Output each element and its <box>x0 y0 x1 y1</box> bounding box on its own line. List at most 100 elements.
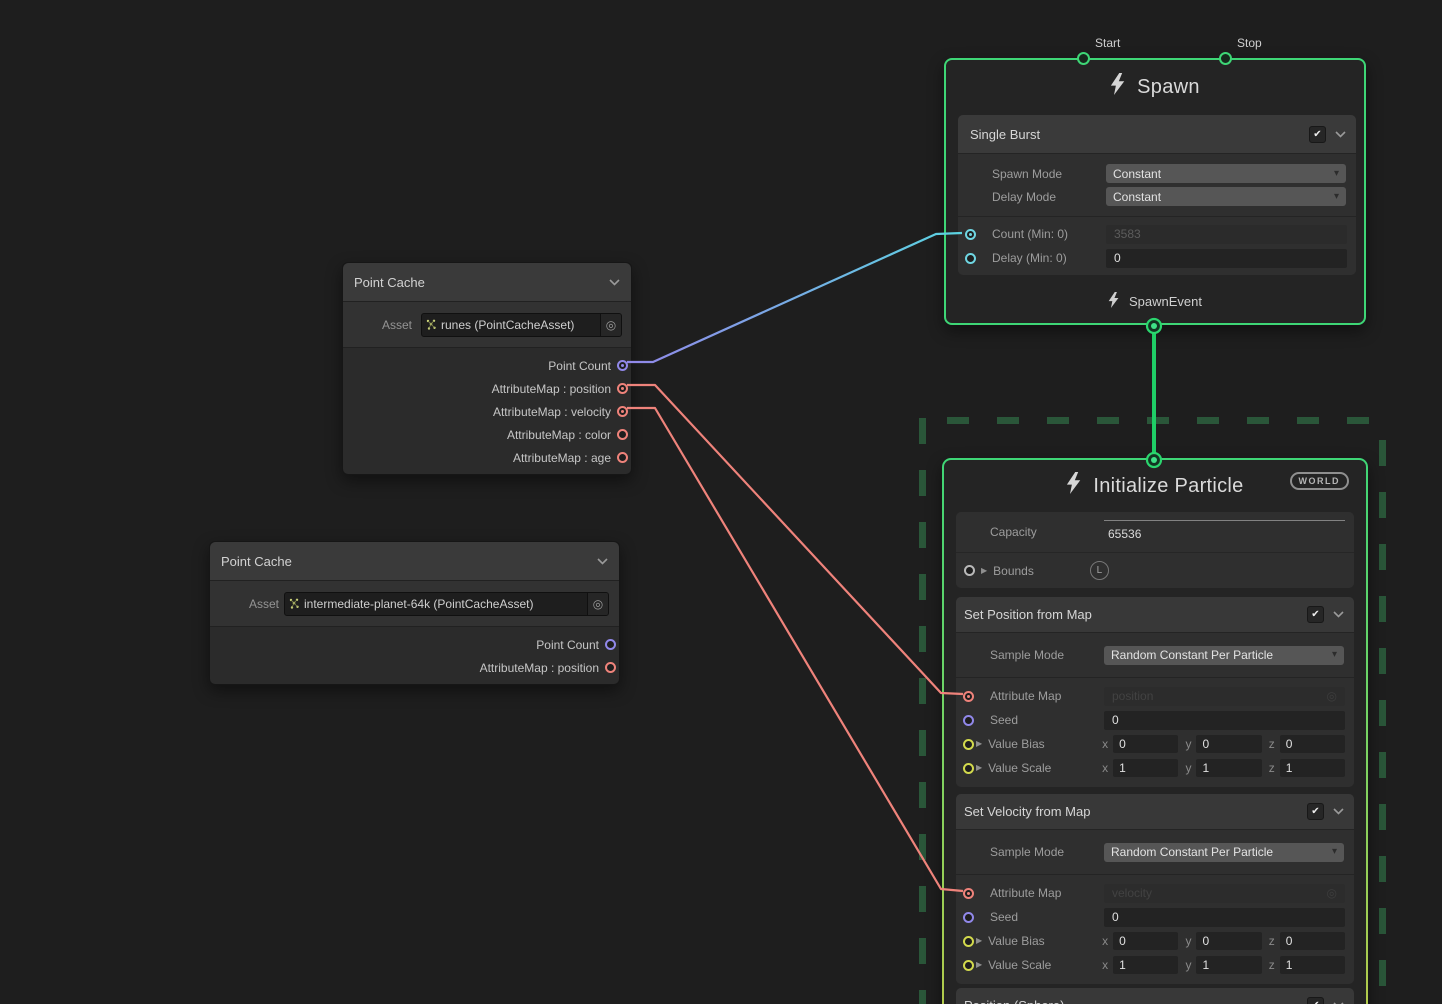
set-position-from-map-block[interactable]: Set Position from Map ✔ Sample Mode Rand… <box>956 597 1354 787</box>
flow-output-label: SpawnEvent <box>1129 294 1202 309</box>
value-bias-y-field[interactable]: 0 <box>1196 932 1261 950</box>
foldout-arrow-icon[interactable]: ▶ <box>976 937 982 945</box>
output-port-point-count[interactable] <box>617 360 628 371</box>
edge-position-to-attributemap[interactable] <box>627 385 963 694</box>
single-burst-block[interactable]: Single Burst ✔ Spawn Mode Constant ▾ Del… <box>958 115 1356 275</box>
input-row-count: Count (Min: 0) 3583 <box>958 222 1356 246</box>
block-enabled-checkbox[interactable]: ✔ <box>1307 997 1324 1004</box>
block-header[interactable]: Set Velocity from Map ✔ <box>956 794 1354 830</box>
output-port-attributemap-age[interactable] <box>617 452 628 463</box>
attribute-map-field: velocity ◎ <box>1104 884 1345 903</box>
value-scale-x-field[interactable]: 1 <box>1113 759 1178 777</box>
output-row: AttributeMap : position <box>210 656 619 679</box>
delay-mode-dropdown[interactable]: Constant ▾ <box>1106 187 1346 206</box>
block-enabled-checkbox[interactable]: ✔ <box>1307 803 1324 820</box>
input-port-delay[interactable] <box>965 253 976 264</box>
dropdown-arrow-icon: ▾ <box>1334 169 1339 179</box>
chevron-down-icon[interactable] <box>609 279 620 286</box>
chevron-down-icon[interactable] <box>597 558 608 565</box>
point-cache-node-planet[interactable]: Point Cache Asset intermediate-planet-64… <box>209 541 620 685</box>
seed-field[interactable]: 0 <box>1104 711 1345 730</box>
input-port-value-scale[interactable] <box>963 763 974 774</box>
stop-flow-port[interactable] <box>1219 52 1232 65</box>
spawn-mode-dropdown[interactable]: Constant ▾ <box>1106 164 1346 183</box>
asset-value: intermediate-planet-64k (PointCacheAsset… <box>304 597 587 611</box>
spawn-title-row[interactable]: Spawn <box>946 60 1364 114</box>
lightning-icon <box>1108 292 1119 311</box>
edge-pointcount-to-count[interactable] <box>627 233 962 362</box>
value-scale-z-field[interactable]: 1 <box>1280 759 1345 777</box>
input-row-seed: Seed 0 <box>956 905 1354 929</box>
spawn-context-node[interactable]: Spawn Single Burst ✔ Spawn Mode Constant… <box>944 58 1366 325</box>
set-velocity-from-map-block[interactable]: Set Velocity from Map ✔ Sample Mode Rand… <box>956 794 1354 984</box>
value-bias-x-field[interactable]: 0 <box>1113 735 1178 753</box>
setting-row: Delay Mode Constant ▾ <box>958 186 1356 207</box>
sample-mode-dropdown[interactable]: Random Constant Per Particle ▾ <box>1104 646 1344 665</box>
object-picker-icon[interactable]: ◎ <box>600 314 621 336</box>
foldout-arrow-icon[interactable]: ▶ <box>981 567 987 575</box>
input-port-seed[interactable] <box>963 715 974 726</box>
block-enabled-checkbox[interactable]: ✔ <box>1307 606 1324 623</box>
output-port-attributemap-position[interactable] <box>605 662 616 673</box>
block-header[interactable]: Set Position from Map ✔ <box>956 597 1354 633</box>
point-cache-planet-header[interactable]: Point Cache <box>210 542 619 581</box>
foldout-arrow-icon[interactable]: ▶ <box>976 740 982 748</box>
value-scale-y-field[interactable]: 1 <box>1196 759 1261 777</box>
local-space-icon[interactable]: L <box>1090 561 1109 580</box>
point-cache-outputs: Point Count AttributeMap : position Attr… <box>343 348 631 474</box>
space-badge[interactable]: WORLD <box>1290 472 1350 490</box>
capacity-field[interactable]: 65536 <box>1104 520 1345 544</box>
point-cache-node-runes[interactable]: Point Cache Asset runes (PointCacheAsset… <box>342 262 632 475</box>
chevron-down-icon[interactable] <box>1333 611 1344 618</box>
block-inputs: Attribute Map position ◎ Seed 0 ▶ <box>956 678 1354 787</box>
capacity-row: Capacity 65536 <box>956 512 1354 553</box>
output-port-attributemap-velocity[interactable] <box>617 406 628 417</box>
position-sphere-block[interactable]: Position (Sphere) ✔ <box>956 988 1354 1004</box>
seed-field[interactable]: 0 <box>1104 908 1345 927</box>
delay-field[interactable]: 0 <box>1106 249 1347 268</box>
chevron-down-icon[interactable] <box>1335 131 1346 138</box>
block-enabled-checkbox[interactable]: ✔ <box>1309 126 1326 143</box>
single-burst-settings: Spawn Mode Constant ▾ Delay Mode Constan… <box>958 154 1356 217</box>
point-cache-runes-header[interactable]: Point Cache <box>343 263 631 302</box>
input-port-value-scale[interactable] <box>963 960 974 971</box>
object-picker-icon[interactable]: ◎ <box>587 593 608 615</box>
output-row: Point Count <box>343 354 631 377</box>
value-scale-z-field[interactable]: 1 <box>1280 956 1345 974</box>
input-port-count[interactable] <box>965 229 976 240</box>
value-bias-x-field[interactable]: 0 <box>1113 932 1178 950</box>
output-port-attributemap-color[interactable] <box>617 429 628 440</box>
foldout-arrow-icon[interactable]: ▶ <box>976 961 982 969</box>
input-port-bounds[interactable] <box>964 565 975 576</box>
start-flow-port[interactable] <box>1077 52 1090 65</box>
value-bias-z-field[interactable]: 0 <box>1280 735 1345 753</box>
input-port-value-bias[interactable] <box>963 936 974 947</box>
asset-object-field[interactable]: intermediate-planet-64k (PointCacheAsset… <box>284 592 609 616</box>
input-port-seed[interactable] <box>963 912 974 923</box>
single-burst-header[interactable]: Single Burst ✔ <box>958 115 1356 154</box>
spawn-event-output-row: SpawnEvent <box>946 288 1364 314</box>
value-bias-z-field[interactable]: 0 <box>1280 932 1345 950</box>
value-bias-y-field[interactable]: 0 <box>1196 735 1261 753</box>
input-port-value-bias[interactable] <box>963 739 974 750</box>
initialize-particle-context-node[interactable]: Initialize Particle WORLD Capacity 65536… <box>942 458 1368 1004</box>
input-port-attribute-map[interactable] <box>963 888 974 899</box>
chevron-down-icon[interactable] <box>1333 808 1344 815</box>
input-port-attribute-map[interactable] <box>963 691 974 702</box>
value-scale-x-field[interactable]: 1 <box>1113 956 1178 974</box>
sample-mode-dropdown[interactable]: Random Constant Per Particle ▾ <box>1104 843 1344 862</box>
asset-object-field[interactable]: runes (PointCacheAsset) ◎ <box>421 313 622 337</box>
input-row-attribute-map: Attribute Map velocity ◎ <box>956 881 1354 905</box>
asset-value: runes (PointCacheAsset) <box>441 318 600 332</box>
foldout-arrow-icon[interactable]: ▶ <box>976 764 982 772</box>
edge-velocity-to-attributemap[interactable] <box>627 408 963 891</box>
block-header[interactable]: Position (Sphere) ✔ <box>956 988 1354 1004</box>
vfx-graph-canvas[interactable]: Point Cache Asset runes (PointCacheAsset… <box>0 0 1442 1004</box>
value-scale-y-field[interactable]: 1 <box>1196 956 1261 974</box>
point-cache-outputs: Point Count AttributeMap : position <box>210 627 619 684</box>
asset-row: Asset intermediate-planet-64k (PointCach… <box>210 581 619 627</box>
input-row-attribute-map: Attribute Map position ◎ <box>956 684 1354 708</box>
output-port-point-count[interactable] <box>605 639 616 650</box>
input-row-value-bias: ▶ Value Bias x0 y0 z0 <box>956 732 1354 756</box>
output-port-attributemap-position[interactable] <box>617 383 628 394</box>
